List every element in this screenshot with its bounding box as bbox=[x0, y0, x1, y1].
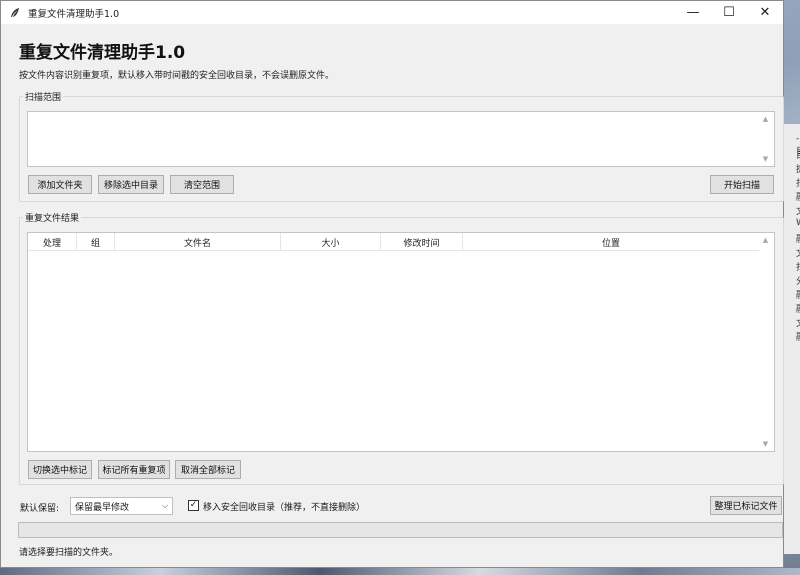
scroll-down-icon[interactable]: ▼ bbox=[763, 440, 768, 448]
keep-policy-select[interactable]: 保留最早修改 ⌵ bbox=[70, 497, 173, 515]
desktop-background-edge: -目目捷扫融文W融文扫分融融文融 bbox=[784, 124, 800, 554]
start-scan-button[interactable]: 开始扫描 bbox=[710, 175, 774, 194]
scan-scope-label: 扫描范围 bbox=[23, 90, 64, 103]
desktop-background-bottom bbox=[0, 568, 800, 575]
desktop-text-fragment: 融 bbox=[796, 190, 800, 203]
window-title: 重复文件清理助手1.0 bbox=[28, 8, 120, 20]
desktop-text-fragment: 融 bbox=[796, 302, 800, 315]
add-folder-button[interactable]: 添加文件夹 bbox=[28, 175, 92, 194]
title-bar: 重复文件清理助手1.0 — ☐ ✕ bbox=[1, 1, 783, 24]
toggle-selected-mark-button[interactable]: 切换选中标记 bbox=[28, 460, 92, 479]
scan-list-scrollbar[interactable]: ▲ ▼ bbox=[757, 112, 774, 166]
feather-icon bbox=[8, 6, 22, 20]
desktop-text-fragment: W bbox=[796, 218, 800, 228]
page-title: 重复文件清理助手1.0 bbox=[19, 43, 186, 63]
results-label: 重复文件结果 bbox=[23, 211, 82, 224]
column-header-size[interactable]: 大小 bbox=[281, 233, 381, 251]
column-header-filename[interactable]: 文件名 bbox=[115, 233, 281, 251]
desktop-text-fragment: 捷 bbox=[796, 162, 800, 175]
page-subtitle: 按文件内容识别重复项，默认移入带时间戳的安全回收目录，不会误删原文件。 bbox=[19, 71, 335, 81]
move-to-recycle-label[interactable]: 移入安全回收目录（推荐，不直接删除） bbox=[203, 500, 365, 513]
organize-marked-files-button[interactable]: 整理已标记文件 bbox=[710, 496, 782, 515]
scroll-up-icon[interactable]: ▲ bbox=[763, 115, 768, 123]
desktop-text-fragment: 目 bbox=[796, 148, 800, 161]
desktop-text-fragment: 文 bbox=[796, 316, 800, 329]
results-scrollbar[interactable]: ▲ ▼ bbox=[757, 233, 774, 451]
chevron-down-icon[interactable]: ⌵ bbox=[158, 501, 172, 511]
desktop-text-fragment: 扫 bbox=[796, 176, 800, 189]
scroll-down-icon[interactable]: ▼ bbox=[763, 155, 768, 163]
table-header: 处理 组 文件名 大小 修改时间 位置 bbox=[28, 233, 759, 251]
desktop-text-fragment: 分 bbox=[796, 274, 800, 287]
keep-policy-label: 默认保留: bbox=[20, 504, 60, 514]
move-to-recycle-checkbox[interactable]: ✓ bbox=[188, 500, 199, 511]
app-window: 重复文件清理助手1.0 — ☐ ✕ 重复文件清理助手1.0 按文件内容识别重复项… bbox=[0, 0, 784, 568]
desktop-text-fragment: 融 bbox=[796, 288, 800, 301]
checkmark-icon: ✓ bbox=[189, 500, 198, 510]
progress-bar bbox=[18, 522, 783, 538]
close-button[interactable]: ✕ bbox=[747, 1, 783, 24]
keep-policy-value: 保留最早修改 bbox=[75, 502, 130, 513]
column-header-modified[interactable]: 修改时间 bbox=[381, 233, 463, 251]
column-header-action[interactable]: 处理 bbox=[28, 233, 77, 251]
remove-selected-folder-button[interactable]: 移除选中目录 bbox=[98, 175, 164, 194]
desktop-text-fragment: 融 bbox=[796, 232, 800, 245]
scroll-up-icon[interactable]: ▲ bbox=[763, 236, 768, 244]
column-header-group[interactable]: 组 bbox=[77, 233, 115, 251]
desktop-text-fragment: 扫 bbox=[796, 260, 800, 273]
minimize-button[interactable]: — bbox=[675, 1, 711, 24]
desktop-text-fragment: 融 bbox=[796, 330, 800, 343]
scan-folder-list[interactable]: ▲ ▼ bbox=[27, 111, 775, 167]
status-text: 请选择要扫描的文件夹。 bbox=[19, 548, 119, 558]
duplicate-results-table[interactable]: 处理 组 文件名 大小 修改时间 位置 ▲ ▼ bbox=[27, 232, 775, 452]
desktop-text-fragment: 文 bbox=[796, 246, 800, 259]
column-header-location[interactable]: 位置 bbox=[463, 233, 759, 251]
clear-scope-button[interactable]: 清空范围 bbox=[170, 175, 234, 194]
desktop-text-fragment: 文 bbox=[796, 204, 800, 217]
mark-all-duplicates-button[interactable]: 标记所有重复项 bbox=[98, 460, 170, 479]
maximize-button[interactable]: ☐ bbox=[711, 1, 747, 24]
unmark-all-button[interactable]: 取消全部标记 bbox=[175, 460, 241, 479]
